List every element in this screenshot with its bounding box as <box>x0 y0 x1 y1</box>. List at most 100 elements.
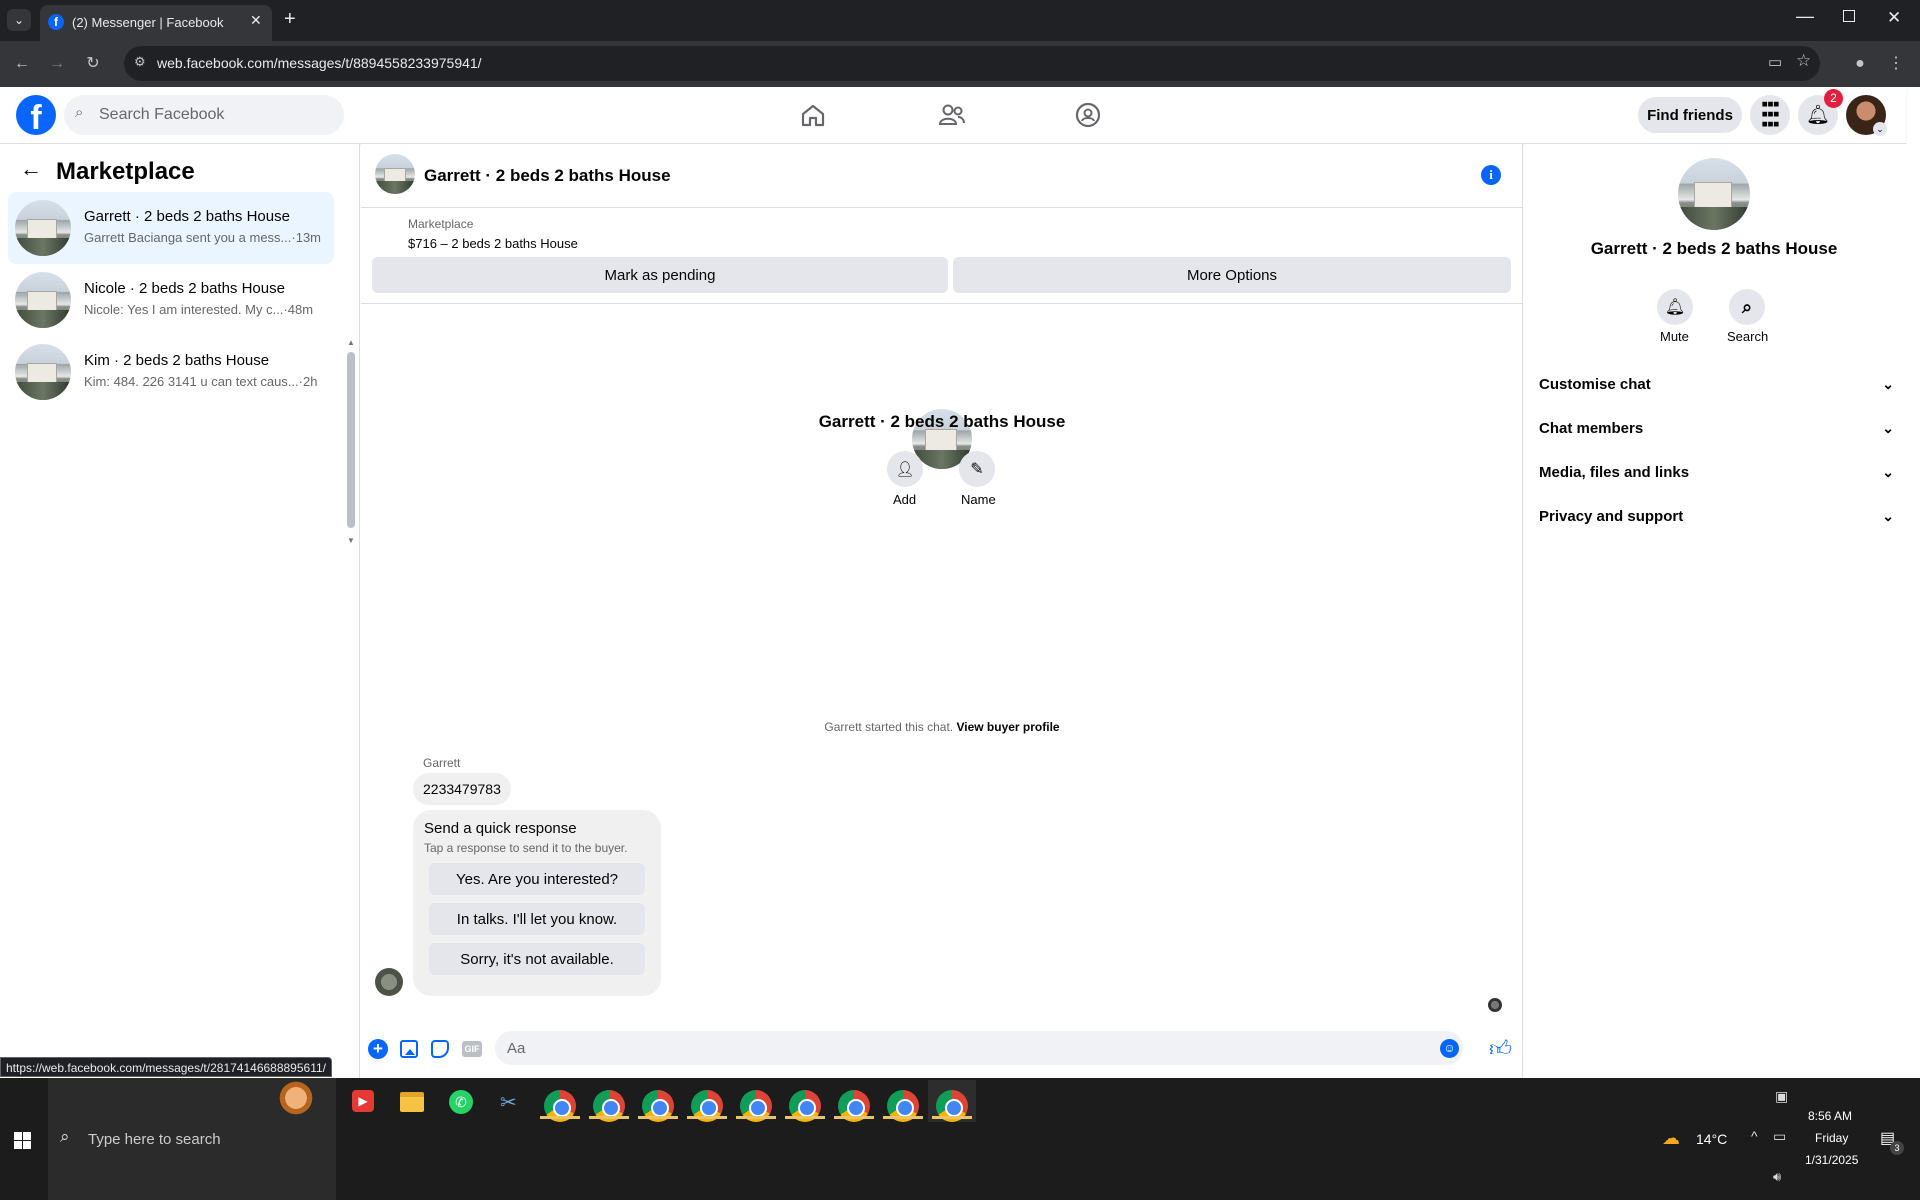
find-friends-button[interactable]: Find friends <box>1638 97 1742 133</box>
restore-icon[interactable] <box>1843 10 1855 22</box>
sidebar-scrollbar[interactable]: ▲ ▼ <box>346 338 356 548</box>
file-explorer-icon[interactable] <box>400 1092 424 1112</box>
mute-label: Mute <box>1660 329 1689 344</box>
privacy-support-section[interactable]: Privacy and support ⌄ <box>1539 508 1894 525</box>
sticker-icon[interactable] <box>431 1040 449 1058</box>
chrome-menu-icon[interactable]: ⋮ <box>1882 41 1910 87</box>
facebook-favicon-icon: f <box>48 14 64 30</box>
like-thumb-icon[interactable]: 👍︎ <box>1489 1035 1512 1062</box>
pencil-icon: ✎ <box>970 461 984 478</box>
quick-response-card: Send a quick response Tap a response to … <box>413 810 661 996</box>
more-options-button[interactable]: More Options <box>953 257 1511 293</box>
search-icon: ⌕ <box>60 1127 70 1146</box>
tray-chevron-icon[interactable]: ^ <box>1751 1128 1758 1144</box>
edit-name-button[interactable]: ✎ <box>959 451 995 487</box>
omnibox[interactable]: ⚙ web.facebook.com/messages/t/8894558233… <box>124 46 1820 81</box>
view-buyer-profile-link[interactable]: View buyer profile <box>956 720 1059 734</box>
chat-header-avatar[interactable] <box>375 154 415 194</box>
details-avatar[interactable] <box>1678 158 1750 230</box>
message-input[interactable]: Aa ☺ <box>495 1031 1463 1065</box>
mark-as-pending-label: Mark as pending <box>604 266 716 284</box>
chat-members-section[interactable]: Chat members ⌄ <box>1539 420 1894 437</box>
customise-chat-section[interactable]: Customise chat ⌄ <box>1539 376 1894 393</box>
more-actions-icon[interactable]: + <box>368 1039 388 1059</box>
info-icon[interactable]: i <box>1481 165 1501 185</box>
facebook-logo[interactable]: f <box>16 95 56 135</box>
install-app-icon[interactable]: ▭ <box>1768 53 1782 71</box>
home-nav-icon[interactable] <box>800 103 826 127</box>
message-input-placeholder: Aa <box>507 1040 526 1057</box>
bookmark-star-icon[interactable]: ☆ <box>1796 51 1811 71</box>
search-input[interactable]: ⌕ Search Facebook <box>64 95 344 135</box>
back-icon[interactable]: ← <box>8 41 36 87</box>
scroll-down-icon[interactable]: ▼ <box>347 536 355 545</box>
friends-nav-icon[interactable] <box>938 103 966 127</box>
volume-icon[interactable]: 🔊︎ <box>1773 1169 1781 1185</box>
new-tab-icon[interactable]: + <box>284 8 296 31</box>
add-person-button[interactable]: 👤︎ <box>887 451 923 487</box>
notification-badge: 2 <box>1824 89 1843 108</box>
menu-grid-button[interactable]: ▪▪▪ ▪▪▪ ▪▪▪ <box>1750 95 1790 135</box>
sender-avatar[interactable] <box>375 968 403 996</box>
weather-icon[interactable]: ☁ <box>1662 1128 1680 1149</box>
quick-response-label: In talks. I'll let you know. <box>456 910 618 928</box>
site-info-icon[interactable]: ⚙ <box>134 54 146 70</box>
mark-as-pending-button[interactable]: Mark as pending <box>372 257 948 293</box>
tab-close-icon[interactable]: ✕ <box>250 12 262 29</box>
sender-name: Garrett <box>423 756 461 770</box>
windows-start-icon[interactable] <box>14 1132 31 1149</box>
window-close-icon[interactable]: ✕ <box>1887 8 1901 28</box>
conversation-item[interactable]: Nicole · 2 beds 2 baths House Nicole: Ye… <box>8 264 334 336</box>
conversation-avatar <box>15 344 71 400</box>
chat-started-text: Garrett started this chat. <box>824 720 954 734</box>
grid-icon: ▪▪▪ ▪▪▪ ▪▪▪ <box>1761 94 1779 135</box>
chat-header-divider <box>361 207 1523 208</box>
account-chevron-icon[interactable]: ⌄ <box>1873 122 1887 136</box>
scroll-up-icon[interactable]: ▲ <box>347 338 355 347</box>
status-url-text: https://web.facebook.com/messages/t/2817… <box>6 1061 326 1075</box>
message-bubble[interactable]: 2233479783 <box>413 773 511 805</box>
section-label: Media, files and links <box>1539 464 1690 481</box>
browser-tab[interactable]: f (2) Messenger | Facebook ✕ <box>40 5 272 41</box>
gif-icon[interactable]: GIF <box>462 1041 482 1057</box>
snipping-tool-icon[interactable]: ✂ <box>500 1090 517 1115</box>
listing-price[interactable]: $716 – 2 beds 2 baths House <box>408 236 578 251</box>
media-files-links-section[interactable]: Media, files and links ⌄ <box>1539 464 1894 481</box>
attach-photo-icon[interactable] <box>400 1040 418 1058</box>
taskbar-search[interactable]: ⌕ Type here to search <box>48 1078 336 1200</box>
quick-response-in-talks-button[interactable]: In talks. I'll let you know. <box>429 903 645 935</box>
back-arrow-icon[interactable]: ← <box>20 156 42 182</box>
search-in-chat-button[interactable]: ⌕ <box>1729 289 1765 325</box>
conversation-title: Nicole · 2 beds 2 baths House <box>84 280 285 297</box>
search-placeholder: Search Facebook <box>99 106 225 123</box>
conversation-snippet: Kim: 484. 226 3141 u can text caus...·2h <box>84 374 318 389</box>
minimize-icon[interactable]: — <box>1796 6 1814 27</box>
emoji-icon[interactable]: ☺ <box>1440 1039 1459 1058</box>
chat-title[interactable]: Garrett · 2 beds 2 baths House <box>424 166 671 186</box>
quick-response-label: Sorry, it's not available. <box>460 950 614 968</box>
conversation-item[interactable]: Kim · 2 beds 2 baths House Kim: 484. 226… <box>8 336 334 408</box>
network-icon[interactable]: ▭ <box>1773 1128 1786 1145</box>
whatsapp-icon[interactable]: ✆ <box>449 1090 473 1114</box>
profile-icon[interactable]: ● <box>1846 41 1874 87</box>
listing-label: Marketplace <box>408 217 474 231</box>
conversation-title: Kim · 2 beds 2 baths House <box>84 352 270 369</box>
mute-button[interactable]: 🔔︎ <box>1657 289 1693 325</box>
profile-name: Garrett · 2 beds 2 baths House <box>818 412 1066 431</box>
chevron-down-icon: ⌄ <box>1882 464 1894 480</box>
forward-icon[interactable]: → <box>43 41 71 87</box>
quick-response-yes-button[interactable]: Yes. Are you interested? <box>429 863 645 895</box>
scroll-thumb[interactable] <box>347 352 355 528</box>
app-red-icon[interactable]: ▶ <box>352 1090 374 1112</box>
reload-icon[interactable]: ↻ <box>79 41 107 87</box>
temperature-text[interactable]: 14°C <box>1696 1131 1727 1147</box>
conversation-title: Garrett · 2 beds 2 baths House <box>84 208 290 225</box>
clock-date[interactable]: 1/31/2025 <box>1805 1153 1858 1167</box>
conversation-item[interactable]: Garrett · 2 beds 2 baths House Garrett B… <box>8 192 334 264</box>
clock-time[interactable]: 8:56 AM <box>1808 1109 1852 1123</box>
meet-now-icon[interactable]: ▣ <box>1775 1088 1788 1105</box>
groups-nav-icon[interactable] <box>1075 102 1101 128</box>
clock-day[interactable]: Friday <box>1815 1131 1848 1145</box>
tab-search-icon[interactable]: ⌄ <box>7 9 31 31</box>
quick-response-not-available-button[interactable]: Sorry, it's not available. <box>429 943 645 975</box>
